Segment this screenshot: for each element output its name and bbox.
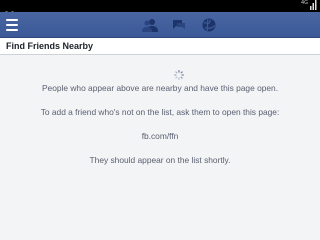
friend-requests-icon[interactable] bbox=[142, 17, 158, 33]
appear-shortly-text: They should appear on the list shortly. bbox=[89, 155, 231, 165]
status-bar: 4G bbox=[0, 0, 320, 17]
signal-icon bbox=[310, 0, 317, 10]
app-bar bbox=[0, 12, 320, 38]
add-friend-instructions: To add a friend who's not on the list, a… bbox=[40, 107, 280, 117]
main-content: People who appear above are nearby and h… bbox=[0, 55, 320, 240]
nearby-info-text: People who appear above are nearby and h… bbox=[41, 83, 279, 93]
notifications-icon[interactable] bbox=[201, 17, 217, 33]
menu-icon[interactable] bbox=[6, 19, 20, 31]
ffn-link[interactable]: fb.com/ffn bbox=[0, 131, 320, 141]
page-title: Find Friends Nearby bbox=[6, 41, 94, 51]
messages-icon[interactable] bbox=[171, 17, 187, 33]
network-status: 4G bbox=[301, 0, 317, 10]
page-header: Find Friends Nearby bbox=[0, 38, 320, 55]
network-label: 4G bbox=[300, 0, 308, 6]
spinner-icon bbox=[174, 65, 184, 80]
